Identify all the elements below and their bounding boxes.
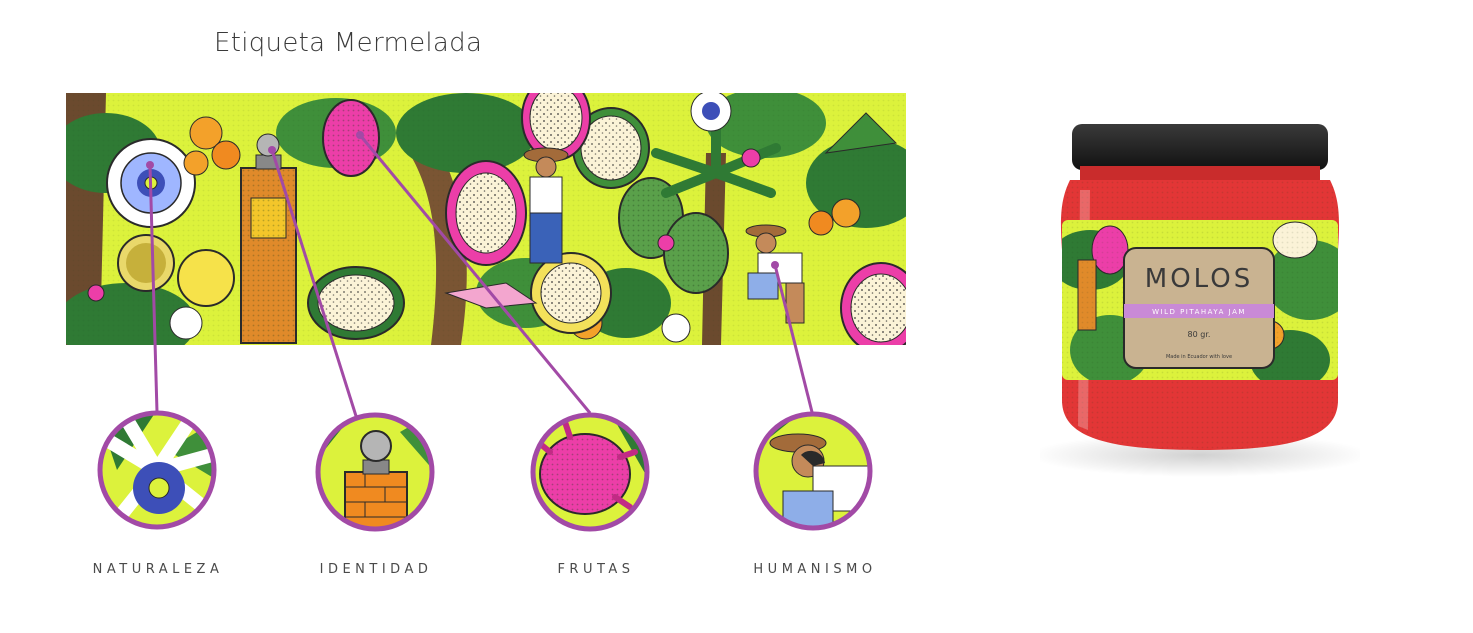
jar-tagline-text: Made in Ecuador with love bbox=[1166, 354, 1232, 360]
caption-frutas: FRUTAS bbox=[557, 562, 635, 577]
jar-illustration: MOLOS WILD PITAHAYA JAM 80 gr. Made in E… bbox=[1030, 124, 1370, 477]
passion-flower-icon bbox=[97, 410, 217, 530]
caption-humanismo: HUMANISMO bbox=[753, 562, 877, 577]
caption-identidad: IDENTIDAD bbox=[319, 562, 433, 577]
medallion-frutas bbox=[530, 412, 650, 532]
jar-weight-text: 80 gr. bbox=[1188, 330, 1211, 339]
page-title: Etiqueta Mermelada bbox=[214, 28, 483, 58]
farmer-icon bbox=[753, 411, 873, 531]
jar-product-text: WILD PITAHAYA JAM bbox=[1152, 308, 1246, 316]
caption-naturaleza: NATURALEZA bbox=[92, 562, 224, 577]
jar-lid bbox=[1072, 124, 1328, 170]
medallion-identidad bbox=[315, 412, 435, 532]
jam-jar-mockup: MOLOS WILD PITAHAYA JAM 80 gr. Made in E… bbox=[1030, 110, 1370, 490]
jar-brand-text: MOLOS bbox=[1145, 264, 1253, 294]
medallion-naturaleza bbox=[97, 410, 217, 530]
pitahaya-fruit-icon bbox=[530, 412, 650, 532]
label-illustration bbox=[66, 93, 906, 345]
medallion-humanismo bbox=[753, 411, 873, 531]
label-illustration-art bbox=[66, 93, 906, 345]
monument-icon bbox=[315, 412, 435, 532]
